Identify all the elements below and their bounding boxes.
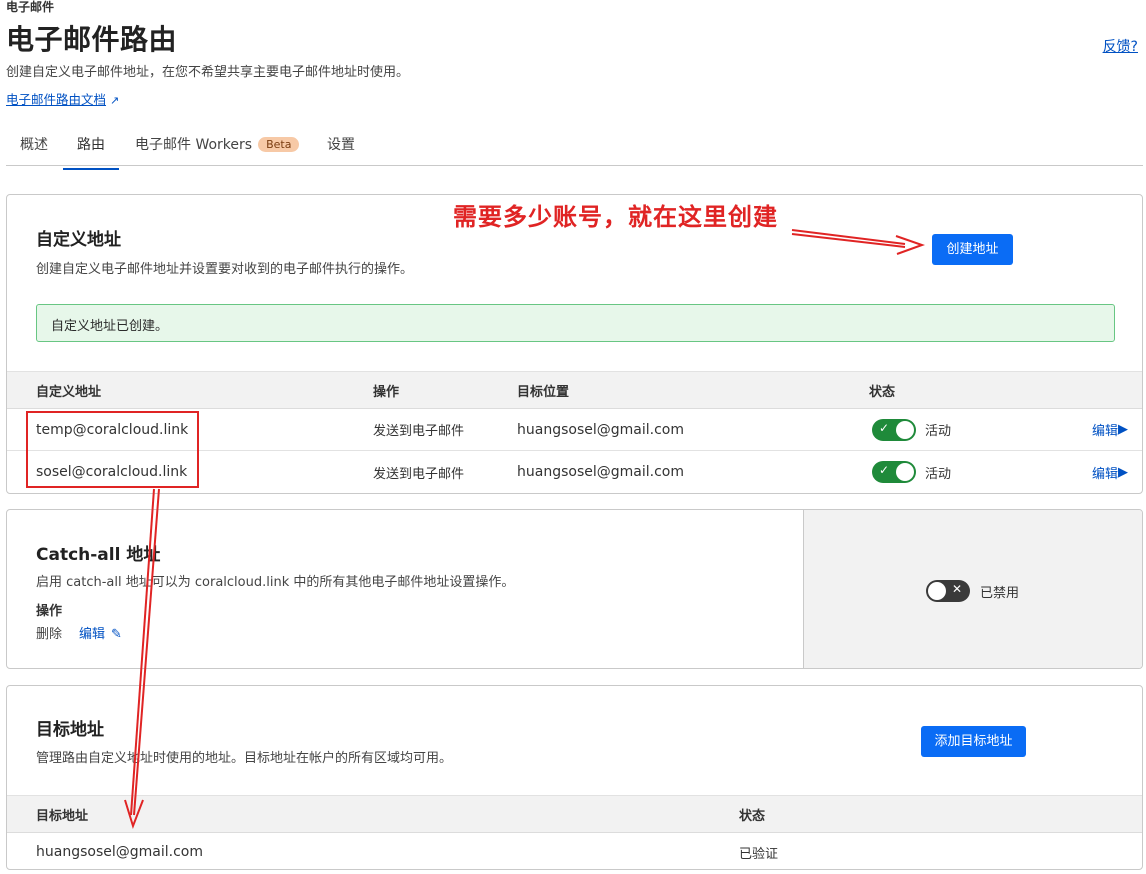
- success-alert: 自定义地址已创建。: [36, 304, 1115, 342]
- column-header-status: 状态: [869, 384, 896, 400]
- catch-all-edit-link[interactable]: 编辑 ✎: [79, 623, 122, 642]
- status-toggle[interactable]: ✓: [872, 409, 916, 450]
- destination-addresses-description: 管理路由自定义地址时使用的地址。目标地址在帐户的所有区域均可用。: [36, 751, 453, 766]
- verification-status: 已验证: [739, 846, 779, 862]
- destination-cell: huangsosel@gmail.com: [517, 421, 684, 438]
- annotation-text: 需要多少账号，就在这里创建: [453, 203, 778, 231]
- tab-settings[interactable]: 设置: [327, 134, 355, 168]
- create-address-button[interactable]: 创建地址: [932, 234, 1013, 265]
- destination-addresses-title: 目标地址: [36, 720, 104, 740]
- tab-overview[interactable]: 概述: [20, 134, 48, 168]
- catch-all-toggle[interactable]: ✕: [926, 580, 970, 602]
- check-icon: ✓: [879, 463, 890, 477]
- table-row: huangsosel@gmail.com 已验证: [7, 833, 1142, 869]
- x-icon: ✕: [951, 582, 962, 596]
- column-header-action: 操作: [373, 384, 400, 400]
- edit-label: 编辑: [1092, 424, 1119, 439]
- annotation-highlight-box: [26, 411, 199, 488]
- external-link-icon: ↗: [110, 94, 120, 107]
- beta-badge: Beta: [258, 137, 300, 152]
- docs-link-label: 电子邮件路由文档: [6, 92, 107, 107]
- catch-all-edit-label: 编辑: [79, 627, 106, 642]
- add-destination-button[interactable]: 添加目标地址: [921, 726, 1026, 757]
- page-subtitle: 创建自定义电子邮件地址，在您不希望共享主要电子邮件地址时使用。: [6, 65, 410, 80]
- catch-all-card: Catch-all 地址 启用 catch-all 地址可以为 coralclo…: [6, 509, 1143, 669]
- custom-addresses-table-header: 自定义地址 操作 目标位置 状态: [7, 371, 1142, 409]
- status-label: 活动: [925, 424, 952, 439]
- catch-all-description: 启用 catch-all 地址可以为 coralcloud.link 中的所有其…: [36, 575, 515, 590]
- toggle-switch[interactable]: ✓: [872, 461, 916, 483]
- check-icon: ✓: [879, 420, 890, 435]
- tab-routing[interactable]: 路由: [63, 134, 119, 170]
- status-label: 活动: [925, 466, 952, 482]
- tab-email-workers-label: 电子邮件 Workers: [135, 137, 253, 153]
- tab-bar: 概述 路由 电子邮件 Workers Beta 设置: [6, 128, 1143, 170]
- page-title: 电子邮件路由: [6, 23, 178, 56]
- toggle-switch[interactable]: ✕: [926, 580, 970, 602]
- caret-right-icon: ▶: [1118, 464, 1129, 480]
- destination-table-header: 目标地址 状态: [7, 795, 1142, 833]
- toggle-switch[interactable]: ✓: [872, 418, 916, 441]
- catch-all-status-label: 已禁用: [980, 586, 1020, 601]
- destination-cell: huangsosel@gmail.com: [517, 464, 684, 480]
- breadcrumb: 电子邮件: [6, 0, 55, 14]
- column-header-destination: 目标位置: [517, 384, 570, 400]
- action-cell: 发送到电子邮件: [373, 466, 465, 482]
- docs-link[interactable]: 电子邮件路由文档 ↗: [6, 89, 119, 108]
- column-header-destination-address: 目标地址: [36, 808, 89, 824]
- edit-link[interactable]: 编辑 ▶: [1092, 409, 1128, 450]
- catch-all-action-label: 操作: [36, 604, 63, 619]
- column-header-address: 自定义地址: [36, 384, 102, 400]
- tab-email-workers[interactable]: 电子邮件 Workers Beta: [135, 134, 300, 168]
- custom-addresses-title: 自定义地址: [36, 230, 121, 250]
- pencil-icon: ✎: [111, 627, 122, 642]
- action-cell: 发送到电子邮件: [373, 424, 465, 439]
- caret-right-icon: ▶: [1118, 422, 1129, 437]
- custom-addresses-description: 创建自定义电子邮件地址并设置要对收到的电子邮件执行的操作。: [36, 262, 414, 277]
- catch-all-action-value: 删除: [36, 627, 63, 642]
- feedback-link[interactable]: 反馈?: [1103, 36, 1138, 56]
- catch-all-status-panel: ✕ 已禁用: [803, 510, 1142, 668]
- catch-all-title: Catch-all 地址: [36, 545, 161, 565]
- destination-address-cell: huangsosel@gmail.com: [36, 844, 203, 860]
- destination-addresses-card: 目标地址 管理路由自定义地址时使用的地址。目标地址在帐户的所有区域均可用。 添加…: [6, 685, 1143, 870]
- status-toggle[interactable]: ✓: [872, 451, 916, 493]
- edit-link[interactable]: 编辑 ▶: [1092, 451, 1128, 493]
- column-header-status: 状态: [739, 808, 766, 824]
- edit-label: 编辑: [1092, 466, 1119, 482]
